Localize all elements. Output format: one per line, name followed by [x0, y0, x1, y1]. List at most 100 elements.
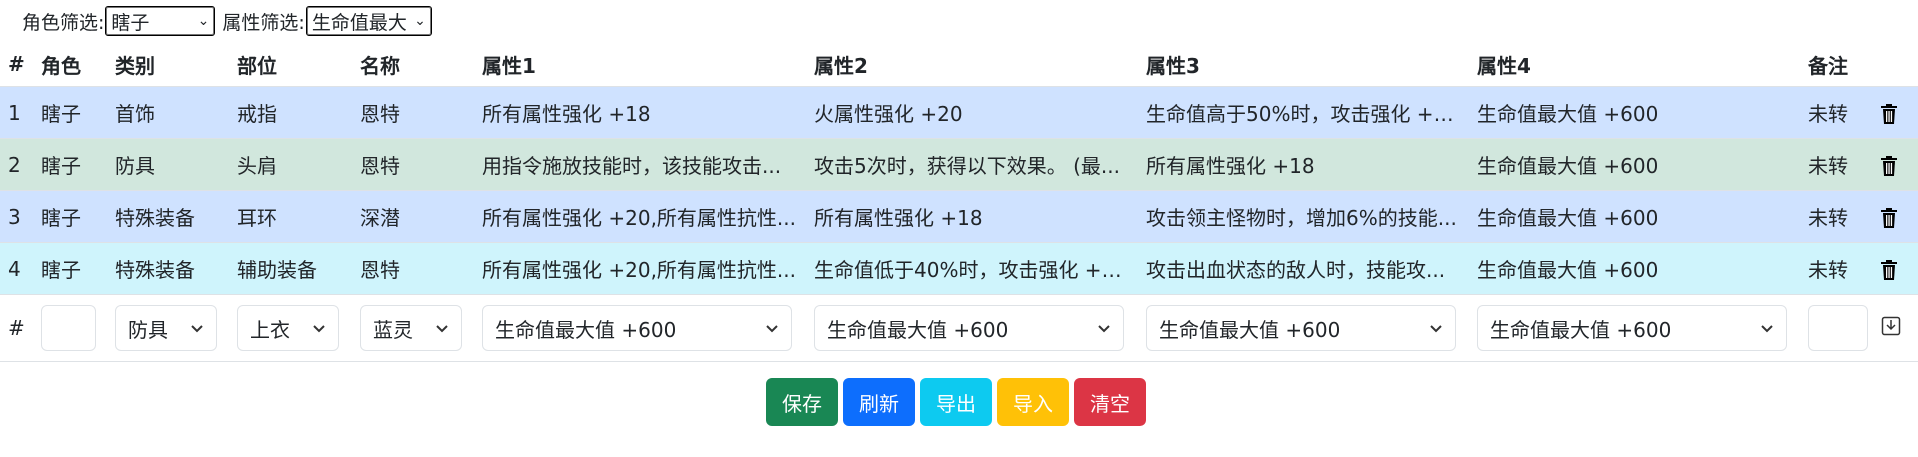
name-select[interactable]: 蓝灵 [360, 305, 462, 351]
header-name: 名称 [360, 53, 400, 78]
cell-num: 1 [0, 86, 33, 139]
clear-button[interactable]: 清空 [1074, 378, 1146, 426]
note-input[interactable] [1808, 305, 1868, 351]
cell-attr1: 所有属性强化 +20,所有属性抗性... [474, 242, 806, 295]
header-slot: 部位 [237, 53, 277, 78]
cell-attr4: 生命值最大值 +600 [1469, 86, 1800, 139]
cell-attr1: 用指令施放技能时，该技能攻击... [474, 138, 806, 191]
cell-name: 深潜 [352, 190, 474, 243]
cell-name: 恩特 [352, 242, 474, 295]
cell-attr2: 所有属性强化 +18 [806, 190, 1138, 243]
cell-attr1: 所有属性强化 +20,所有属性抗性... [474, 190, 806, 243]
table-row: 3 瞎子 特殊装备 耳环 深潜 所有属性强化 +20,所有属性抗性... 所有属… [0, 190, 1918, 243]
role-filter-select[interactable]: 瞎子 ⌄ [105, 6, 216, 36]
role-filter-label: 角色筛选: [22, 11, 105, 34]
filter-bar: 角色筛选: 瞎子 ⌄ 属性筛选: 生命值最大 ⌄ [22, 6, 439, 36]
delete-row-button[interactable] [1873, 190, 1918, 243]
cell-note: 未转 [1800, 86, 1873, 139]
cell-category: 首饰 [107, 86, 229, 139]
attr1-select-value: 生命值最大值 +600 [495, 317, 677, 342]
delete-row-button[interactable] [1873, 242, 1918, 295]
chevron-down-icon [766, 325, 778, 333]
cell-category: 特殊装备 [107, 242, 229, 295]
attr3-select-value: 生命值最大值 +600 [1159, 317, 1341, 342]
attr1-select[interactable]: 生命值最大值 +600 [482, 305, 792, 351]
chevron-down-icon: ⌄ [414, 13, 426, 29]
new-entry-row: # 防具 上衣 蓝灵 生命值最大值 +600 生命值最大值 +600 生命值最大… [0, 294, 1918, 362]
cell-attr2: 生命值低于40%时，攻击强化 +3... [806, 242, 1138, 295]
cell-slot: 辅助装备 [229, 242, 352, 295]
attr2-select-value: 生命值最大值 +600 [827, 317, 1009, 342]
cell-attr3: 攻击领主怪物时，增加6%的技能... [1138, 190, 1469, 243]
header-num: # [8, 52, 25, 76]
cell-slot: 戒指 [229, 86, 352, 139]
refresh-button[interactable]: 刷新 [843, 378, 915, 426]
chevron-down-icon: ⌄ [197, 13, 210, 29]
chevron-down-icon [191, 325, 203, 333]
cell-role: 瞎子 [33, 86, 107, 139]
cell-name: 恩特 [352, 86, 474, 139]
attr4-select-value: 生命值最大值 +600 [1490, 317, 1672, 342]
chevron-down-icon [1761, 325, 1773, 333]
save-button[interactable]: 保存 [766, 378, 838, 426]
cell-note: 未转 [1800, 138, 1873, 191]
cell-attr2: 攻击5次时，获得以下效果。 (最... [806, 138, 1138, 191]
table-row: 1 瞎子 首饰 戒指 恩特 所有属性强化 +18 火属性强化 +20 生命值高于… [0, 86, 1918, 139]
cell-attr2: 火属性强化 +20 [806, 86, 1138, 139]
cell-note: 未转 [1800, 242, 1873, 295]
delete-row-button[interactable] [1873, 86, 1918, 139]
cell-role: 瞎子 [33, 138, 107, 191]
add-entry-button[interactable] [1873, 294, 1918, 362]
header-category: 类别 [115, 53, 155, 78]
cell-slot: 头肩 [229, 138, 352, 191]
trash-icon [1881, 104, 1897, 124]
new-entry-num: # [0, 294, 33, 362]
header-note: 备注 [1808, 53, 1848, 78]
role-filter-value: 瞎子 [111, 11, 150, 34]
delete-row-button[interactable] [1873, 138, 1918, 191]
import-button[interactable]: 导入 [997, 378, 1069, 426]
category-select-value: 防具 [128, 317, 168, 342]
role-input[interactable] [41, 305, 96, 351]
cell-category: 防具 [107, 138, 229, 191]
slot-select-value: 上衣 [250, 317, 290, 342]
cell-category: 特殊装备 [107, 190, 229, 243]
cell-num: 3 [0, 190, 33, 243]
cell-name: 恩特 [352, 138, 474, 191]
cell-role: 瞎子 [33, 242, 107, 295]
trash-icon [1881, 156, 1897, 176]
name-select-value: 蓝灵 [373, 317, 413, 342]
cell-attr3: 生命值高于50%时，攻击强化 +2... [1138, 86, 1469, 139]
cell-attr1: 所有属性强化 +18 [474, 86, 806, 139]
chevron-down-icon [1098, 325, 1110, 333]
table-row: 4 瞎子 特殊装备 辅助装备 恩特 所有属性强化 +20,所有属性抗性... 生… [0, 242, 1918, 295]
cell-attr3: 攻击出血状态的敌人时，技能攻... [1138, 242, 1469, 295]
table-header: # 角色 类别 部位 名称 属性1 属性2 属性3 属性4 备注 [0, 42, 1918, 87]
header-actions [1873, 42, 1918, 87]
action-buttons: 保存 刷新 导出 导入 清空 [766, 378, 1146, 426]
attr2-select[interactable]: 生命值最大值 +600 [814, 305, 1124, 351]
attr-filter-select[interactable]: 生命值最大 ⌄ [305, 6, 432, 36]
header-attr2: 属性2 [814, 53, 868, 78]
chevron-down-icon [436, 325, 448, 333]
equipment-table: # 角色 类别 部位 名称 属性1 属性2 属性3 属性4 备注 1 瞎子 首饰… [0, 42, 1918, 362]
slot-select[interactable]: 上衣 [237, 305, 339, 351]
header-attr3: 属性3 [1146, 53, 1200, 78]
cell-num: 2 [0, 138, 33, 191]
header-role: 角色 [41, 53, 81, 78]
export-button[interactable]: 导出 [920, 378, 992, 426]
cell-attr4: 生命值最大值 +600 [1469, 242, 1800, 295]
chevron-down-icon [313, 325, 325, 333]
trash-icon [1881, 208, 1897, 228]
cell-role: 瞎子 [33, 190, 107, 243]
download-box-icon [1881, 316, 1901, 335]
chevron-down-icon [1430, 325, 1442, 333]
attr4-select[interactable]: 生命值最大值 +600 [1477, 305, 1787, 351]
header-attr4: 属性4 [1477, 53, 1531, 78]
attr-filter-value: 生命值最大 [311, 11, 407, 34]
cell-attr4: 生命值最大值 +600 [1469, 138, 1800, 191]
category-select[interactable]: 防具 [115, 305, 217, 351]
cell-slot: 耳环 [229, 190, 352, 243]
attr3-select[interactable]: 生命值最大值 +600 [1146, 305, 1456, 351]
cell-note: 未转 [1800, 190, 1873, 243]
